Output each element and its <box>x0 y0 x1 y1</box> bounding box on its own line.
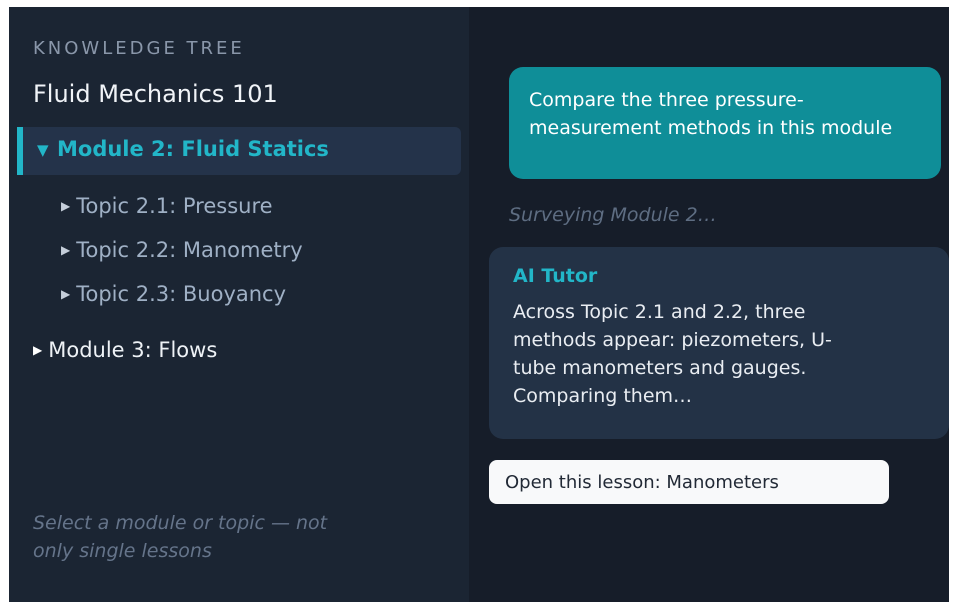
topic-label: Topic 2.3: Buoyancy <box>76 282 287 306</box>
ai-message-text: Across Topic 2.1 and 2.2, three methods … <box>513 301 832 407</box>
user-message-bubble: Compare the three pressure-measurement m… <box>509 67 941 179</box>
topic-label: Topic 2.2: Manometry <box>76 238 303 262</box>
caret-right-icon[interactable]: ▶ <box>61 287 70 301</box>
course-title: Fluid Mechanics 101 <box>33 80 278 108</box>
selection-hint: Select a module or topic — not only sing… <box>33 512 328 562</box>
tree-topic-manometry[interactable]: ▶ Topic 2.2: Manometry <box>61 238 303 268</box>
chat-panel: Compare the three pressure-measurement m… <box>469 7 949 602</box>
caret-down-icon[interactable]: ▼ <box>37 141 49 159</box>
tree-topic-pressure[interactable]: ▶ Topic 2.1: Pressure <box>61 194 273 224</box>
ai-sender-name: AI Tutor <box>513 265 598 287</box>
ai-message-bubble: AI Tutor Across Topic 2.1 and 2.2, three… <box>489 247 949 439</box>
tree-module-flows[interactable]: ▶ Module 3: Flows <box>33 338 217 362</box>
open-lesson-button[interactable]: Open this lesson: Manometers <box>489 460 889 504</box>
sidebar-heading: KNOWLEDGE TREE <box>33 38 245 59</box>
tree-module-fluid-statics[interactable]: ▼ Module 2: Fluid Statics <box>17 127 461 175</box>
status-text: Surveying Module 2… <box>509 204 717 226</box>
topic-label: Topic 2.1: Pressure <box>76 194 273 218</box>
module-label: Module 3: Flows <box>48 338 218 362</box>
knowledge-tree-sidebar: KNOWLEDGE TREE Fluid Mechanics 101 ▼ Mod… <box>9 7 469 602</box>
selection-indicator <box>17 127 23 175</box>
caret-right-icon[interactable]: ▶ <box>33 343 42 357</box>
app-frame: KNOWLEDGE TREE Fluid Mechanics 101 ▼ Mod… <box>9 7 949 602</box>
tree-topic-buoyancy[interactable]: ▶ Topic 2.3: Buoyancy <box>61 282 286 312</box>
caret-right-icon[interactable]: ▶ <box>61 243 70 257</box>
module-label: Module 2: Fluid Statics <box>57 137 329 161</box>
caret-right-icon[interactable]: ▶ <box>61 199 70 213</box>
